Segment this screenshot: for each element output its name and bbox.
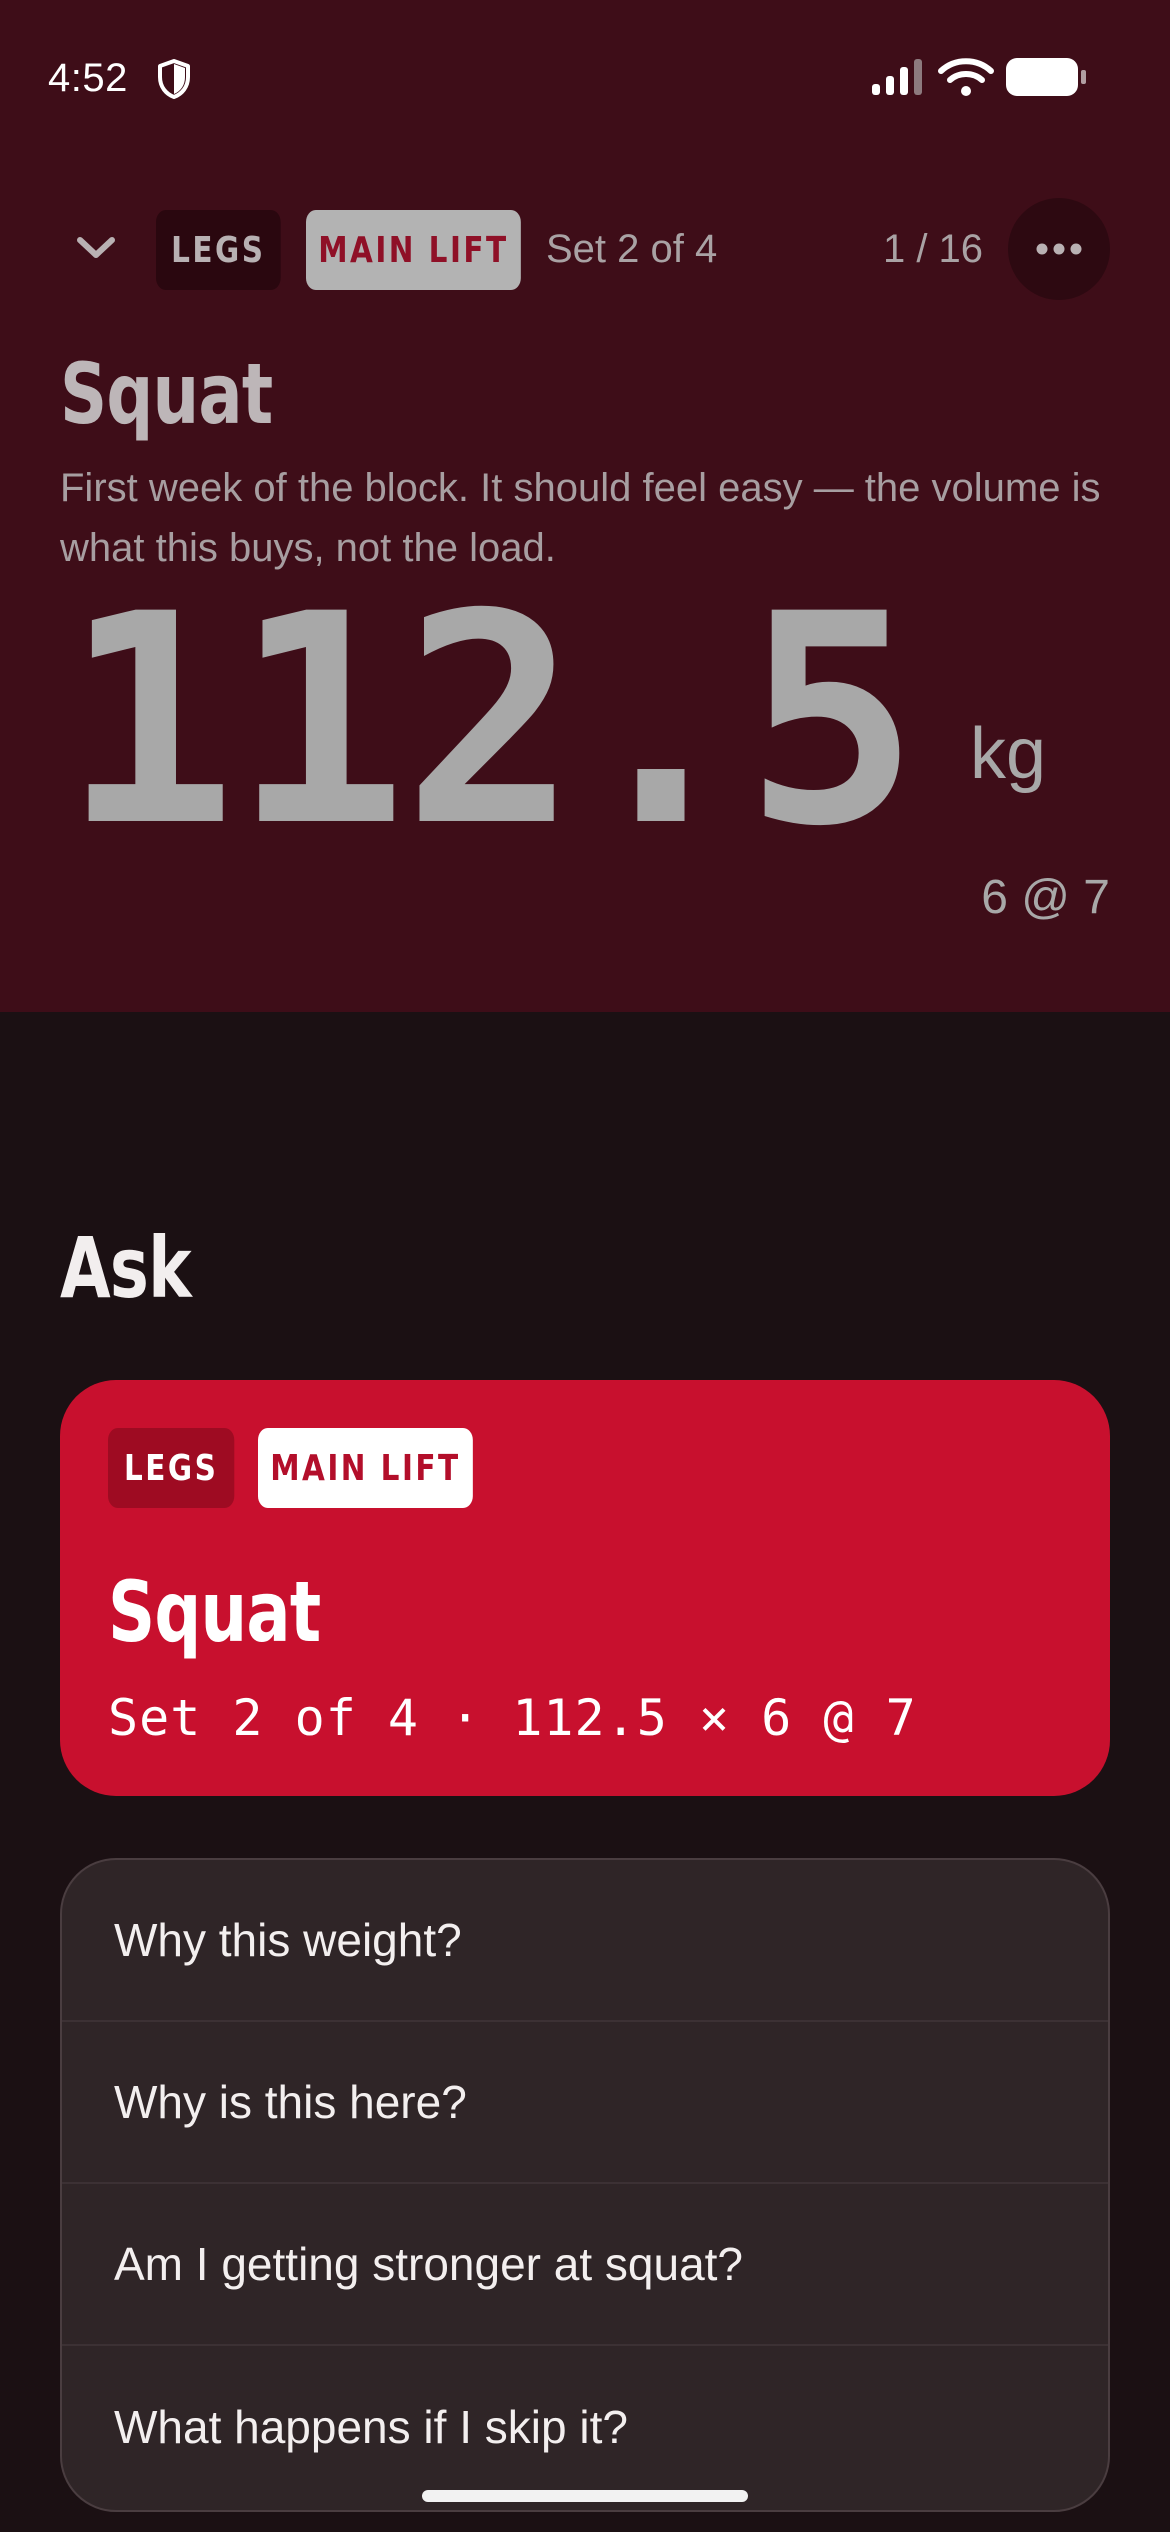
more-horizontal-icon [1036,243,1082,255]
exercise-counter: 1 / 16 [882,227,984,271]
status-bar: 4:52 [0,0,1170,150]
lift-type-tag: MAIN LIFT [306,210,521,290]
ask-context-card: LEGS MAIN LIFT Squat Set 2 of 4 · 112.5 … [60,1380,1110,1796]
weight-unit: kg [970,714,1047,794]
cellular-signal-icon [872,59,922,95]
workout-screen: 4:52 LEGS MAIN LIFT Set 2 of 4 1 / 16 Sq… [0,0,1170,2532]
ask-heading: Ask [60,1219,192,1317]
more-options-button[interactable] [1008,198,1110,300]
question-item[interactable]: What happens if I skip it? [62,2346,1108,2508]
exercise-title: Squat [60,345,273,443]
set-progress-label: Set 2 of 4 [546,227,718,271]
battery-icon [1006,58,1086,96]
chevron-down-icon [77,237,115,258]
target-weight: 112.5 [62,553,919,890]
question-item[interactable]: Why is this here? [62,2022,1108,2184]
card-lift-type-tag: MAIN LIFT [258,1428,473,1508]
collapse-button[interactable] [60,220,132,276]
card-set-detail: Set 2 of 4 · 112.5 × 6 @ 7 [108,1689,917,1747]
suggested-questions-list: Why this weight? Why is this here? Am I … [60,1858,1110,2512]
category-tag: LEGS [156,210,281,290]
wifi-icon [938,58,994,96]
shield-icon [158,59,190,99]
reps-at-rpe: 6 @ 7 [981,871,1110,924]
question-item[interactable]: Am I getting stronger at squat? [62,2184,1108,2346]
card-exercise-title: Squat [108,1563,321,1661]
question-item[interactable]: Why this weight? [62,1860,1108,2022]
current-set-panel: 4:52 LEGS MAIN LIFT Set 2 of 4 1 / 16 Sq… [0,0,1170,1012]
status-time: 4:52 [48,56,128,100]
set-header: LEGS MAIN LIFT Set 2 of 4 1 / 16 [0,196,1170,300]
home-indicator[interactable] [422,2490,748,2502]
card-category-tag: LEGS [108,1428,235,1508]
